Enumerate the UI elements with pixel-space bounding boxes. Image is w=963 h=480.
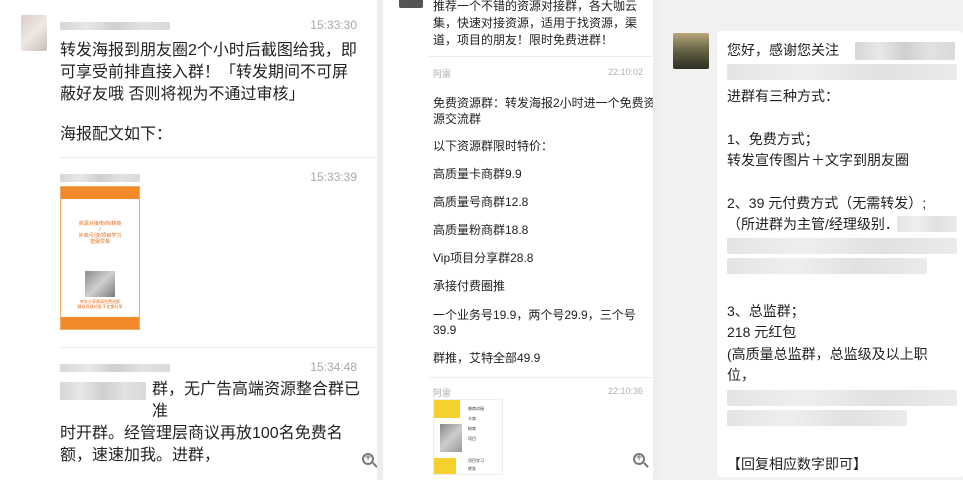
divider	[429, 377, 653, 378]
message-line: 转发海报到朋友圈2个小时后截图给我，即	[60, 42, 357, 59]
divider	[60, 347, 377, 348]
sender-name-blurred	[60, 174, 140, 182]
redacted-text	[727, 64, 957, 80]
timestamp: 22:10:36	[607, 386, 643, 396]
timestamp: 15:34:48	[310, 360, 357, 374]
message-line: 高质量粉商群18.8	[433, 223, 529, 237]
thumbnail-blurred-qr	[440, 424, 462, 452]
message-line: 承接付费圈推	[433, 279, 506, 293]
thumbnail-word: 粉商	[468, 426, 476, 431]
message-line: (高质量总监群，总监级及以上职	[727, 346, 928, 362]
poster-line: 担保交易	[89, 239, 110, 245]
zoom-in-icon[interactable]: +	[362, 453, 377, 469]
thumbnail-word: 卡商	[468, 416, 476, 421]
message-line: 以下资源群限时特价：	[433, 139, 554, 153]
chat-panel-right: 您好，感谢您关注 进群有三种方式： 1、免费方式； 转发宣传图片＋文字到朋友圈 …	[659, 0, 963, 480]
message-line: Vip项目分享群28.8	[433, 251, 534, 265]
redacted-text	[727, 238, 957, 254]
image-thumbnail[interactable]: 做商对接 卡商 粉商 项目 项目学习 转发	[433, 399, 503, 475]
redacted-text	[897, 216, 957, 232]
poster-footer-line: 精准资源对接 不定期分享	[77, 304, 123, 309]
message-line: 蔽好友哦 否则将视为不通过审核」	[60, 86, 305, 103]
message-line: 一个业务号19.9，两个号29.9，三个号	[433, 308, 636, 322]
thumbnail-word: 转发	[468, 466, 476, 471]
message-line: 2、39 元付费方式（无需转发）;	[727, 195, 927, 211]
avatar[interactable]	[21, 15, 47, 51]
poster-text-block: 资源对接/粉商/转商 / 外商/引流/项目学习 担保交易	[64, 221, 136, 271]
redacted-text	[727, 258, 927, 274]
message-line: 集，快速对接资源，适用于找资源，渠	[433, 16, 638, 30]
sender-name: 阿雷	[433, 388, 452, 398]
divider	[429, 56, 653, 57]
message-line: 3、总监群；	[727, 303, 805, 319]
thumbnail-yellow-block	[434, 458, 456, 474]
message-line: 高质量卡商群9.9	[433, 167, 522, 181]
thumbnail-word: 项目	[468, 436, 476, 441]
message-line: 39.9	[433, 323, 457, 337]
message-line: 218 元红包	[727, 324, 797, 340]
message-line: 1、免费方式；	[727, 131, 819, 147]
message-line: 可享受前排直接入群！「转发期间不可屏	[60, 64, 349, 81]
timestamp: 15:33:30	[310, 18, 357, 32]
avatar[interactable]	[399, 0, 423, 8]
sender-name-blurred	[60, 22, 170, 30]
message-line: 时开群。经管理层商议再放100名免费名	[60, 425, 343, 442]
poster-footer: 转发分享邀请免费进群 精准资源对接 不定期分享	[64, 299, 136, 309]
qr-code-blurred	[85, 271, 115, 297]
thumbnail-word: 做商对接	[468, 406, 484, 411]
sender-name: 阿雷	[433, 69, 452, 79]
poster-header-band	[61, 187, 139, 199]
thumbnail-yellow-block	[434, 400, 460, 418]
poster-footer-band	[61, 317, 139, 329]
chat-panel-middle: 推荐一个不错的资源对接群，各大咖云 集，快速对接资源，适用于找资源，渠 道，项目…	[389, 0, 659, 480]
divider	[60, 157, 377, 158]
message-line: 道，项目的朋友！限时免费进群！	[433, 33, 614, 47]
message-text: 群，无广告高端资源整合群已准 时开群。经管理层商议再放100名免费名 额，速速加…	[60, 379, 368, 467]
message-line: 【回复相应数字即可】	[727, 456, 867, 472]
message-text: 转发海报到朋友圈2个小时后截图给我，即 可享受前排直接入群！「转发期间不可屏 蔽…	[60, 40, 368, 146]
message-line: 群，无广告高端资源整合群已准	[152, 381, 361, 420]
redacted-text	[855, 42, 955, 60]
redacted-text	[727, 410, 907, 426]
message-line: 位，	[727, 367, 755, 383]
message-text: 推荐一个不错的资源对接群，各大咖云 集，快速对接资源，适用于找资源，渠 道，项目…	[433, 0, 653, 49]
message-line: 推荐一个不错的资源对接群，各大咖云	[433, 0, 638, 13]
message-line: 源交流群	[433, 112, 482, 126]
avatar[interactable]	[673, 33, 709, 69]
zoom-in-icon[interactable]: +	[633, 453, 649, 469]
timestamp: 22:10:02	[607, 67, 643, 77]
message-line: 高质量号商群12.8	[433, 195, 529, 209]
message-line: 额，速速加我。进群，	[60, 447, 221, 464]
message-line: 海报配文如下：	[60, 126, 173, 143]
message-line: 转发宣传图片＋文字到朋友圈	[727, 152, 909, 168]
message-line: 免费资源群：转发海报2小时进一个免费资	[433, 96, 656, 110]
message-line: 进群有三种方式：	[727, 88, 839, 104]
sender-name-blurred	[60, 364, 170, 372]
timestamp: 15:33:39	[310, 170, 357, 184]
redacted-text	[727, 390, 957, 406]
message-line: 群推，艾特全部49.9	[433, 351, 541, 365]
thumbnail-word: 项目学习	[468, 458, 484, 463]
chat-panel-left: 15:33:30 转发海报到朋友圈2个小时后截图给我，即 可享受前排直接入群！「…	[0, 0, 383, 480]
poster-image[interactable]: 资源对接/粉商/转商 / 外商/引流/项目学习 担保交易 转发分享邀请免费进群 …	[60, 186, 140, 330]
